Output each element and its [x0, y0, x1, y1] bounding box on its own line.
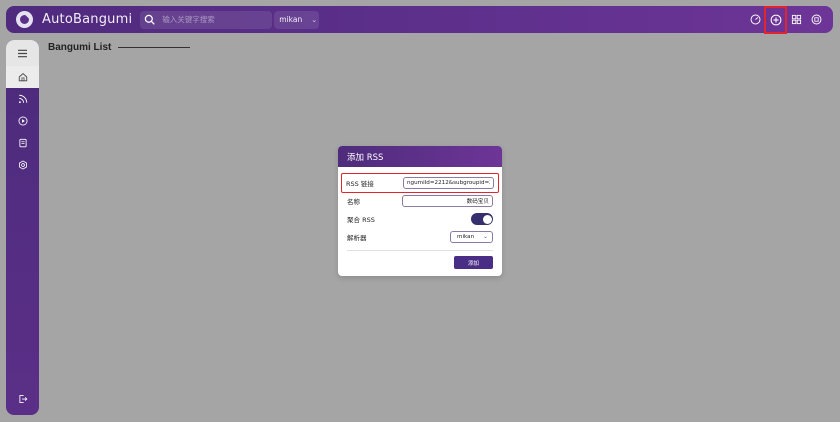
settings-icon[interactable]	[6, 154, 39, 176]
search-input[interactable]	[158, 10, 273, 29]
aggregate-label: 聚合 RSS	[347, 216, 375, 224]
page-title-text: Bangumi List	[48, 42, 112, 53]
dialog-header: 添加 RSS	[338, 146, 502, 167]
add-circle-icon[interactable]	[764, 5, 787, 34]
toggle-knob	[482, 214, 492, 224]
add-button[interactable]: 添加	[454, 256, 493, 269]
chevron-down-icon: ⌄	[483, 234, 488, 240]
dashboard-icon[interactable]	[746, 11, 764, 29]
parser-select-value: mikan	[457, 234, 475, 240]
parser-select[interactable]: mikan ⌄	[450, 231, 493, 243]
parser-label: 解析器	[347, 234, 367, 242]
aggregate-row: 聚合 RSS	[347, 210, 493, 228]
name-input[interactable]	[402, 195, 493, 207]
name-label: 名称	[347, 198, 360, 206]
dialog-divider	[347, 250, 493, 251]
app-title: AutoBangumi	[42, 12, 133, 27]
power-icon[interactable]	[807, 11, 825, 29]
source-select[interactable]: mikan ⌄	[274, 10, 320, 29]
aggregate-toggle[interactable]	[471, 213, 493, 225]
chevron-down-icon: ⌄	[311, 15, 318, 24]
rss-link-input[interactable]	[403, 177, 494, 189]
source-select-value: mikan	[279, 15, 303, 24]
play-icon[interactable]	[6, 110, 39, 132]
rss-icon[interactable]	[6, 88, 39, 110]
sidebar	[6, 40, 39, 415]
app-logo-icon	[16, 11, 33, 28]
add-rss-dialog: 添加 RSS RSS 链接 名称 聚合 RSS 解析器 mikan ⌄ 添加	[338, 146, 502, 276]
page-title: Bangumi List	[48, 42, 191, 53]
search-icon[interactable]	[140, 10, 159, 29]
rss-link-row: RSS 链接	[341, 173, 499, 193]
log-icon[interactable]	[6, 132, 39, 154]
top-bar: AutoBangumi mikan ⌄	[6, 5, 833, 34]
rss-link-label: RSS 链接	[346, 180, 374, 188]
title-underline	[118, 46, 191, 49]
grid-icon[interactable]	[787, 11, 805, 29]
logout-icon[interactable]	[6, 389, 39, 409]
menu-icon[interactable]	[6, 40, 39, 66]
name-row: 名称	[347, 192, 493, 210]
dialog-title: 添加 RSS	[347, 152, 384, 163]
parser-row: 解析器 mikan ⌄	[347, 228, 493, 246]
home-icon[interactable]	[6, 66, 39, 88]
